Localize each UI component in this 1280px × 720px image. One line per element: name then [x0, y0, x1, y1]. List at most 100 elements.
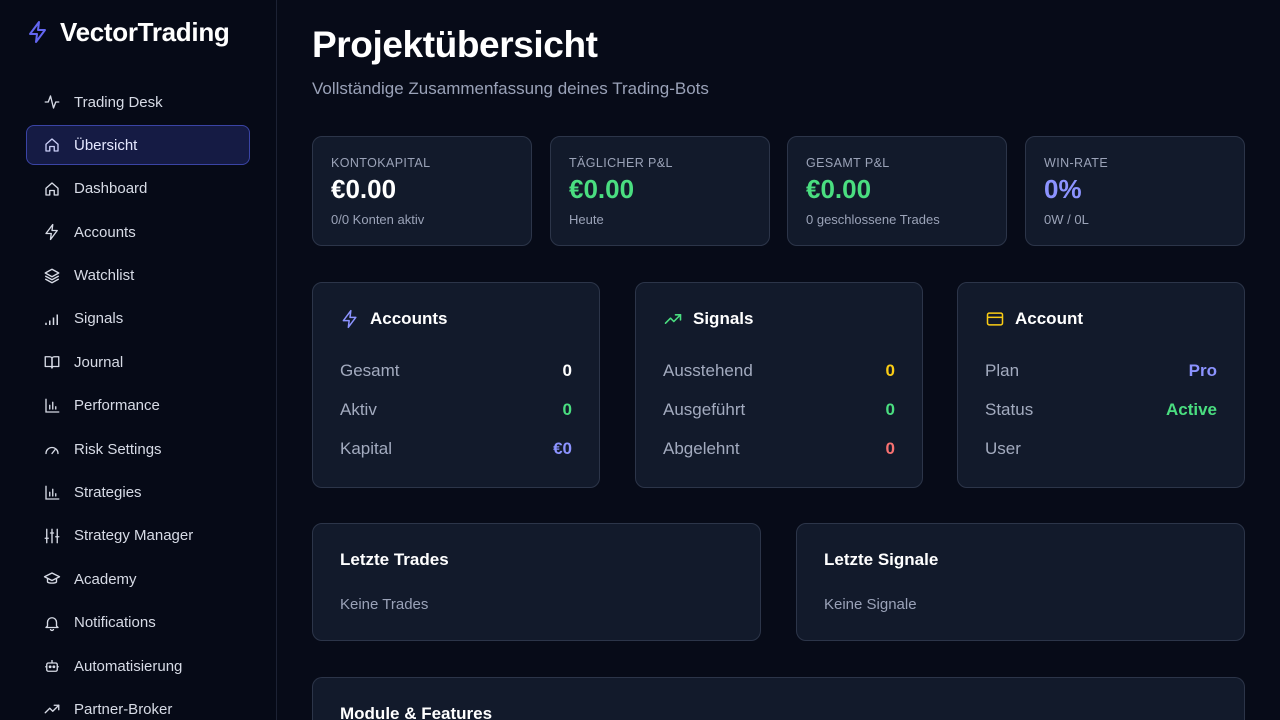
sidebar-item-trading-desk[interactable]: Trading Desk [26, 82, 250, 122]
row-value: Pro [1188, 361, 1217, 380]
empty-state: Keine Signale [824, 596, 917, 613]
sidebar-item-strategies[interactable]: Strategies [26, 473, 250, 513]
row-label: Ausstehend [663, 361, 753, 380]
sidebar-item-automatisierung[interactable]: Automatisierung [26, 646, 250, 686]
recent-signals-panel: Letzte Signale Keine Signale [796, 523, 1245, 641]
account-panel: Account Plan Pro Status Active User [957, 282, 1245, 488]
stat-value: 0% [1044, 174, 1082, 204]
stat-label: GESAMT P&L [806, 156, 890, 170]
row-value: 0 [885, 400, 895, 419]
page-title: Projektübersicht [312, 24, 598, 65]
panel-header: Signals [663, 309, 753, 329]
stat-sub: 0 geschlossene Trades [806, 212, 940, 227]
brand-name: VectorTrading [60, 16, 230, 47]
stat-row-kapital: Kapital €0 [340, 437, 572, 461]
stat-row-aktiv: Aktiv 0 [340, 398, 572, 422]
stat-card-daily-pnl: TÄGLICHER P&L €0.00 Heute [550, 136, 770, 246]
sidebar-item-label: Signals [74, 310, 124, 328]
graduation-cap-icon [43, 572, 61, 585]
stat-value: €0.00 [806, 174, 872, 204]
sidebar: VectorTrading Trading Desk Übersicht Das… [0, 0, 277, 720]
panel-header: Account [985, 309, 1083, 329]
sidebar-item-dashboard[interactable]: Dashboard [26, 169, 250, 209]
stat-row-plan: Plan Pro [985, 359, 1217, 383]
stat-card-win-rate: WIN-RATE 0% 0W / 0L [1025, 136, 1245, 246]
stat-label: KONTOKAPITAL [331, 156, 431, 170]
stat-row-gesamt: Gesamt 0 [340, 359, 572, 383]
stat-sub: 0W / 0L [1044, 212, 1089, 227]
book-icon [44, 356, 60, 370]
sidebar-item-strategy-manager[interactable]: Strategy Manager [26, 516, 250, 556]
panel-header: Accounts [340, 309, 447, 329]
stat-sub: 0/0 Konten aktiv [331, 212, 425, 227]
sidebar-item-label: Watchlist [74, 267, 135, 285]
sidebar-item-notifications[interactable]: Notifications [26, 603, 250, 643]
sidebar-item-label: Partner-Broker [74, 700, 173, 718]
row-value: 0 [562, 361, 572, 380]
stat-row-ausstehend: Ausstehend 0 [663, 359, 895, 383]
row-label: Abgelehnt [663, 439, 740, 458]
stat-value: €0.00 [331, 174, 397, 204]
signals-panel: Signals Ausstehend 0 Ausgeführt 0 Abgele… [635, 282, 923, 488]
row-label: Kapital [340, 439, 392, 458]
row-label: Status [985, 400, 1034, 419]
main-content: Projektübersicht Vollständige Zusammenfa… [277, 0, 1280, 720]
row-label: User [985, 439, 1021, 458]
stat-row-status: Status Active [985, 398, 1217, 422]
sidebar-item-label: Performance [74, 397, 160, 415]
stat-row-abgelehnt: Abgelehnt 0 [663, 437, 895, 461]
sliders-icon [44, 528, 60, 544]
recent-trades-panel: Letzte Trades Keine Trades [312, 523, 761, 641]
home-icon [45, 182, 59, 196]
bar-chart-icon [45, 485, 60, 500]
panel-title: Account [1015, 309, 1083, 328]
sidebar-item-performance[interactable]: Performance [26, 386, 250, 426]
bolt-icon [29, 21, 46, 43]
sidebar-nav: Trading Desk Übersicht Dashboard Account… [26, 82, 250, 720]
panel-title: Letzte Signale [824, 550, 939, 569]
bot-icon [45, 660, 59, 673]
sidebar-item-uebersicht[interactable]: Übersicht [26, 125, 250, 166]
stat-card-kontokapital: KONTOKAPITAL €0.00 0/0 Konten aktiv [312, 136, 532, 246]
bell-icon [45, 616, 59, 631]
brand[interactable]: VectorTrading [26, 16, 230, 48]
sidebar-item-signals[interactable]: Signals [26, 299, 250, 339]
row-label: Plan [985, 361, 1020, 380]
bolt-icon [342, 309, 357, 329]
accounts-panel: Accounts Gesamt 0 Aktiv 0 Kapital €0 [312, 282, 600, 488]
row-label: Ausgeführt [663, 400, 746, 419]
trending-up-icon [664, 314, 682, 324]
page-subtitle: Vollständige Zusammenfassung deines Trad… [312, 79, 709, 98]
row-value: Active [1165, 400, 1217, 419]
stat-row-user: User [985, 437, 1217, 461]
trending-up-icon [44, 705, 60, 714]
sidebar-item-label: Notifications [74, 614, 156, 632]
sidebar-item-journal[interactable]: Journal [26, 342, 250, 382]
sidebar-item-partner-broker[interactable]: Partner-Broker [26, 689, 250, 720]
sidebar-item-label: Trading Desk [74, 93, 163, 111]
stat-sub: Heute [569, 212, 604, 227]
sidebar-item-academy[interactable]: Academy [26, 559, 250, 599]
sidebar-item-label: Journal [74, 353, 124, 371]
sidebar-item-label: Dashboard [74, 180, 148, 198]
row-label: Aktiv [340, 400, 377, 419]
bar-chart-icon [45, 398, 60, 413]
stat-row-ausgefuehrt: Ausgeführt 0 [663, 398, 895, 422]
signal-bars-icon [45, 314, 58, 325]
panel-title: Accounts [370, 309, 448, 328]
sidebar-item-label: Risk Settings [74, 440, 162, 458]
row-value: 0 [885, 439, 895, 458]
activity-icon [44, 95, 60, 109]
bolt-icon [45, 223, 58, 241]
sidebar-item-risk-settings[interactable]: Risk Settings [26, 429, 250, 469]
empty-state: Keine Trades [340, 596, 429, 613]
sidebar-item-accounts[interactable]: Accounts [26, 212, 250, 252]
row-value: 0 [562, 400, 572, 419]
layers-icon [44, 268, 60, 283]
home-icon [45, 138, 59, 153]
sidebar-item-label: Automatisierung [74, 657, 183, 675]
stat-card-total-pnl: GESAMT P&L €0.00 0 geschlossene Trades [787, 136, 1007, 246]
stat-label: WIN-RATE [1044, 156, 1109, 170]
sidebar-item-watchlist[interactable]: Watchlist [26, 256, 250, 296]
panel-title: Signals [693, 309, 754, 328]
